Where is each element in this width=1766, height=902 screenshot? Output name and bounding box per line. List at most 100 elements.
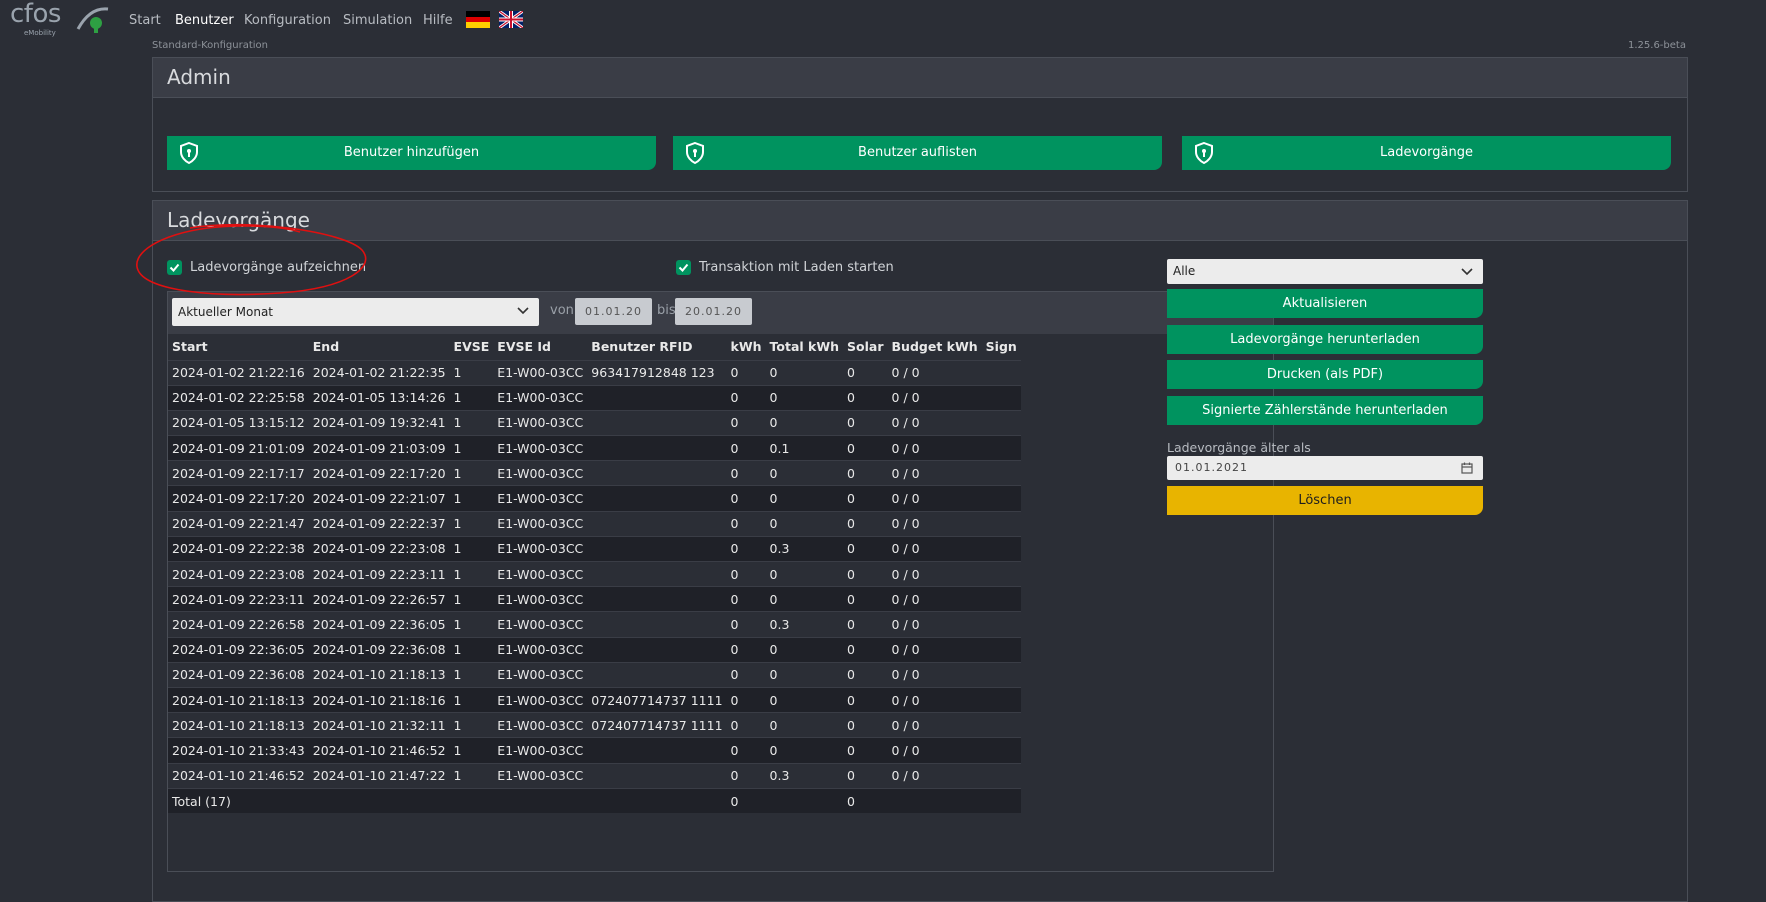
table-cell: 0 — [843, 485, 888, 512]
delete-button[interactable]: Löschen — [1167, 486, 1483, 515]
table-cell: 0 / 0 — [887, 384, 982, 411]
table-cell — [981, 686, 1021, 713]
cfos-logo[interactable]: cfos eMobility — [10, 0, 109, 40]
uk-flag-icon[interactable] — [499, 11, 523, 28]
table-cell: 0 — [726, 409, 766, 436]
table-cell — [981, 661, 1021, 688]
table-cell: 1 — [449, 762, 494, 789]
table-cell: E1-W00-03CC — [493, 510, 588, 537]
table-cell — [587, 485, 727, 512]
table-cell: 0.3 — [765, 762, 844, 789]
print-pdf-button[interactable]: Drucken (als PDF) — [1167, 360, 1483, 389]
refresh-button[interactable]: Aktualisieren — [1167, 289, 1483, 318]
table-cell: 0 — [843, 661, 888, 688]
to-label: bis — [657, 303, 676, 318]
table-cell — [981, 560, 1021, 587]
table-cell: 2024-01-09 22:22:38 — [168, 535, 309, 562]
table-cell: 0 — [843, 737, 888, 763]
table-cell — [587, 384, 727, 411]
table-cell: 0 — [726, 535, 766, 562]
table-cell — [587, 586, 727, 612]
add-user-button[interactable]: Benutzer hinzufügen — [167, 136, 656, 170]
charging-sessions-button[interactable]: Ladevorgänge — [1182, 136, 1671, 170]
table-cell — [981, 762, 1021, 789]
table-cell: 0 / 0 — [887, 611, 982, 638]
table-cell: 0 / 0 — [887, 485, 982, 512]
nav-simulation[interactable]: Simulation — [343, 13, 412, 28]
column-header: Sign — [985, 339, 1017, 355]
evse-filter-value: Alle — [1173, 264, 1196, 278]
older-than-date-input[interactable]: 01.01.2021 — [1167, 456, 1483, 480]
table-cell: 0 / 0 — [887, 535, 982, 562]
table-cell: 0 — [765, 636, 844, 663]
table-row: 2024-01-09 22:23:08 2024-01-09 22:23:11 1 E… — [168, 560, 1021, 587]
table-cell: 2024-01-09 22:21:47 — [168, 510, 309, 537]
table-cell — [981, 510, 1021, 537]
table-cell: 2024-01-09 22:17:17 — [168, 460, 309, 486]
table-row: 2024-01-09 22:22:38 2024-01-09 22:23:08 1 E… — [168, 535, 1021, 562]
table-cell: 0.3 — [765, 611, 844, 638]
table-cell — [981, 359, 1021, 386]
table-cell: 2024-01-09 19:32:41 — [308, 409, 450, 436]
table-cell — [981, 611, 1021, 638]
table-cell: 2024-01-09 21:03:09 — [308, 435, 450, 461]
nav-hilfe[interactable]: Hilfe — [423, 13, 453, 28]
list-users-button[interactable]: Benutzer auflisten — [673, 136, 1162, 170]
table-cell: 0 — [765, 737, 844, 763]
table-cell: 2024-01-09 22:26:57 — [308, 586, 450, 612]
download-sessions-button[interactable]: Ladevorgänge herunterladen — [1167, 325, 1483, 354]
table-cell — [587, 409, 727, 436]
table-cell: E1-W00-03CC — [493, 686, 588, 713]
config-name: Standard-Konfiguration — [152, 40, 268, 51]
table-cell — [587, 535, 727, 562]
table-cell: 2024-01-10 21:32:11 — [308, 712, 450, 738]
table-row: 2024-01-10 21:46:52 2024-01-10 21:47:22 1 E… — [168, 762, 1021, 789]
total-cell — [449, 787, 494, 814]
table-cell — [981, 535, 1021, 562]
evse-filter-select[interactable]: Alle — [1167, 259, 1483, 284]
table-cell: 2024-01-05 13:14:26 — [308, 384, 450, 411]
table-cell: 0 — [843, 510, 888, 537]
table-cell: 2024-01-09 22:26:58 — [168, 611, 309, 638]
table-cell: 0 — [765, 686, 844, 713]
start-transaction-checkbox[interactable]: Transaktion mit Laden starten — [676, 258, 894, 276]
table-cell: 0 — [726, 762, 766, 789]
table-cell: E1-W00-03CC — [493, 611, 588, 638]
table-cell: 0 / 0 — [887, 460, 982, 486]
table-cell — [981, 409, 1021, 436]
table-cell: 2024-01-10 21:47:22 — [308, 762, 450, 789]
nav-konfiguration[interactable]: Konfiguration — [244, 13, 331, 28]
table-cell — [981, 485, 1021, 512]
calendar-icon[interactable] — [1461, 462, 1473, 474]
admin-card: Admin Benutzer hinzufügen Benutzer aufli… — [152, 57, 1688, 192]
table-cell: 072407714737 1111 — [587, 712, 727, 738]
table-cell: 2024-01-09 22:23:08 — [308, 535, 450, 562]
download-signed-readings-button[interactable]: Signierte Zählerstände herunterladen — [1167, 396, 1483, 425]
table-cell: 0 — [726, 686, 766, 713]
sessions-table: Start End EVSE EVSE Id Benutzer RFID kWh Total… — [168, 334, 1021, 814]
table-cell: 1 — [449, 560, 494, 587]
nav-start[interactable]: Start — [129, 13, 161, 28]
period-select[interactable]: Aktueller Monat — [172, 298, 539, 326]
list-users-label: Benutzer auflisten — [858, 145, 977, 160]
table-cell: 0 — [765, 359, 844, 386]
column-header: Solar — [847, 339, 884, 355]
table-row: 2024-01-09 22:36:05 2024-01-09 22:36:08 1 E… — [168, 636, 1021, 663]
table-cell: 0 / 0 — [887, 712, 982, 738]
table-cell: E1-W00-03CC — [493, 384, 588, 411]
table-cell: 0 — [765, 586, 844, 612]
from-date-input[interactable]: 01.01.20 — [575, 298, 652, 325]
table-cell: 2024-01-05 13:15:12 — [168, 409, 309, 436]
table-cell: 0 — [843, 384, 888, 411]
table-cell: 0 — [726, 560, 766, 587]
nav-benutzer[interactable]: Benutzer — [175, 13, 234, 28]
table-cell: 0 — [843, 560, 888, 587]
brand-subtitle: eMobility — [24, 29, 56, 37]
table-row: 2024-01-10 21:18:13 2024-01-10 21:32:11 1 E… — [168, 712, 1021, 738]
table-cell: 0 / 0 — [887, 586, 982, 612]
table-cell: 0.3 — [765, 535, 844, 562]
table-row: 2024-01-09 22:17:20 2024-01-09 22:21:07 1 E… — [168, 485, 1021, 512]
table-cell — [587, 460, 727, 486]
german-flag-icon[interactable] — [466, 11, 490, 28]
to-date-input[interactable]: 20.01.20 — [675, 298, 752, 325]
